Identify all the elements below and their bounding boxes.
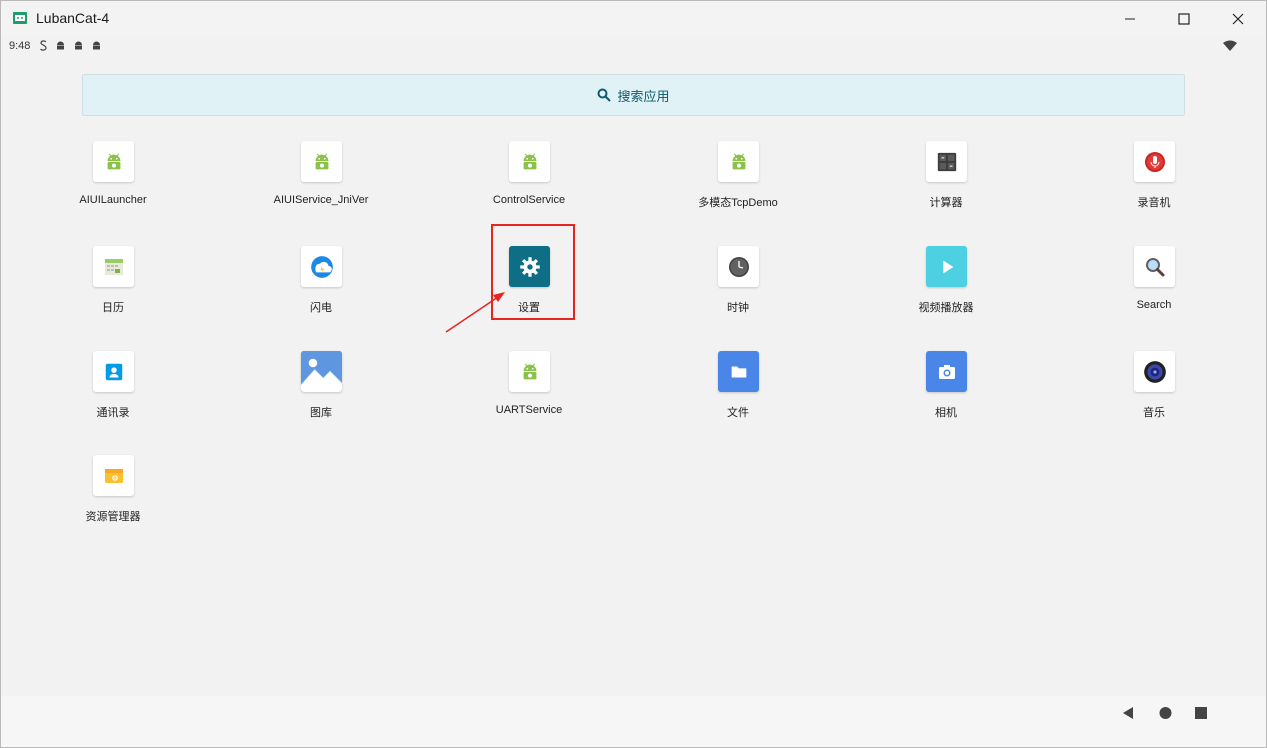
s-notification-icon (40, 40, 47, 51)
contacts-icon (93, 351, 134, 392)
back-icon[interactable] (1121, 705, 1135, 721)
app-calculator[interactable]: 计算器 (876, 141, 1016, 221)
app-lightning[interactable]: 闪电 (251, 246, 391, 326)
calculator-icon (926, 141, 967, 182)
android-icon (509, 141, 550, 182)
app-files[interactable]: 文件 (668, 351, 808, 431)
app-label: 日历 (102, 302, 124, 314)
app-label: 相机 (935, 407, 957, 419)
app-clock[interactable]: 时钟 (668, 246, 808, 326)
app-gallery[interactable]: 图库 (251, 351, 391, 431)
app-label: 文件 (727, 407, 749, 419)
calendar-icon (93, 246, 134, 287)
camera-icon (926, 351, 967, 392)
window-title: LubanCat-4 (36, 10, 110, 26)
app-label: 多模态TcpDemo (698, 197, 778, 209)
annotation-arrow (445, 292, 505, 333)
app-search[interactable]: Search (1084, 246, 1224, 326)
app-label: 闪电 (310, 302, 332, 314)
android-icon (718, 141, 759, 182)
folder-icon (718, 351, 759, 392)
app-label: ControlService (492, 194, 566, 206)
android-icon (93, 141, 134, 182)
search-icon (597, 88, 612, 102)
app-label: 时钟 (727, 302, 749, 314)
close-button[interactable] (1215, 1, 1261, 37)
app-label: 图库 (310, 407, 332, 419)
app-label: 资源管理器 (85, 511, 141, 523)
app-label: AIUIService_JniVer (273, 194, 369, 206)
maximize-icon (1178, 13, 1190, 25)
search-apps-bar[interactable]: 搜索应用 (82, 74, 1185, 116)
gallery-icon (301, 351, 342, 392)
android-notification-icon (93, 41, 100, 50)
android-icon (301, 141, 342, 182)
title-bar[interactable]: LubanCat-4 (1, 1, 1266, 37)
app-file-manager[interactable]: 资源管理器 (43, 455, 183, 535)
app-music[interactable]: 音乐 (1084, 351, 1224, 431)
android-screen: 9:48 搜索应用 AIUILauncher AIUIService_JniVe… (1, 37, 1266, 747)
android-notification-icon (57, 41, 64, 50)
notification-icons (39, 40, 102, 51)
android-notification-icon (75, 41, 82, 50)
app-multimodal-tcpdemo[interactable]: 多模态TcpDemo (668, 141, 808, 221)
app-camera[interactable]: 相机 (876, 351, 1016, 431)
android-icon (509, 351, 550, 392)
app-aiuilauncher[interactable]: AIUILauncher (43, 141, 183, 221)
app-uartservice[interactable]: UARTService (459, 351, 599, 431)
app-label: 录音机 (1137, 197, 1171, 209)
recents-icon[interactable] (1194, 705, 1208, 721)
minimize-icon (1125, 18, 1135, 20)
close-icon (1232, 13, 1244, 25)
app-label: Search (1136, 299, 1172, 311)
app-label: 计算器 (929, 197, 963, 209)
emulator-window: LubanCat-4 9:48 搜索应用 AIUILauncher AIUISe… (0, 0, 1267, 748)
clock-icon (718, 246, 759, 287)
search-icon (1134, 246, 1175, 287)
app-calendar[interactable]: 日历 (43, 246, 183, 326)
app-icon (13, 12, 27, 24)
app-label: 音乐 (1143, 407, 1165, 419)
minimize-button[interactable] (1107, 1, 1153, 37)
app-label: UARTService (495, 404, 563, 416)
navigation-bar (1, 696, 1266, 747)
music-icon (1134, 351, 1175, 392)
app-video-player[interactable]: 视频播放器 (876, 246, 1016, 326)
app-contacts[interactable]: 通讯录 (43, 351, 183, 431)
app-label: AIUILauncher (79, 194, 147, 206)
status-clock: 9:48 (9, 40, 31, 52)
wifi-icon (1223, 40, 1237, 51)
lightning-icon (301, 246, 342, 287)
status-bar: 9:48 (1, 37, 1266, 57)
file-manager-icon (93, 455, 134, 496)
microphone-icon (1134, 141, 1175, 182)
app-label: 通讯录 (96, 407, 130, 419)
home-icon[interactable] (1158, 705, 1173, 721)
search-apps-label: 搜索应用 (617, 88, 670, 104)
app-controlservice[interactable]: ControlService (459, 141, 599, 221)
app-recorder[interactable]: 录音机 (1084, 141, 1224, 221)
play-icon (926, 246, 967, 287)
app-aiuiservice-jniver[interactable]: AIUIService_JniVer (251, 141, 391, 221)
maximize-button[interactable] (1161, 1, 1207, 37)
app-label: 视频播放器 (918, 302, 974, 314)
